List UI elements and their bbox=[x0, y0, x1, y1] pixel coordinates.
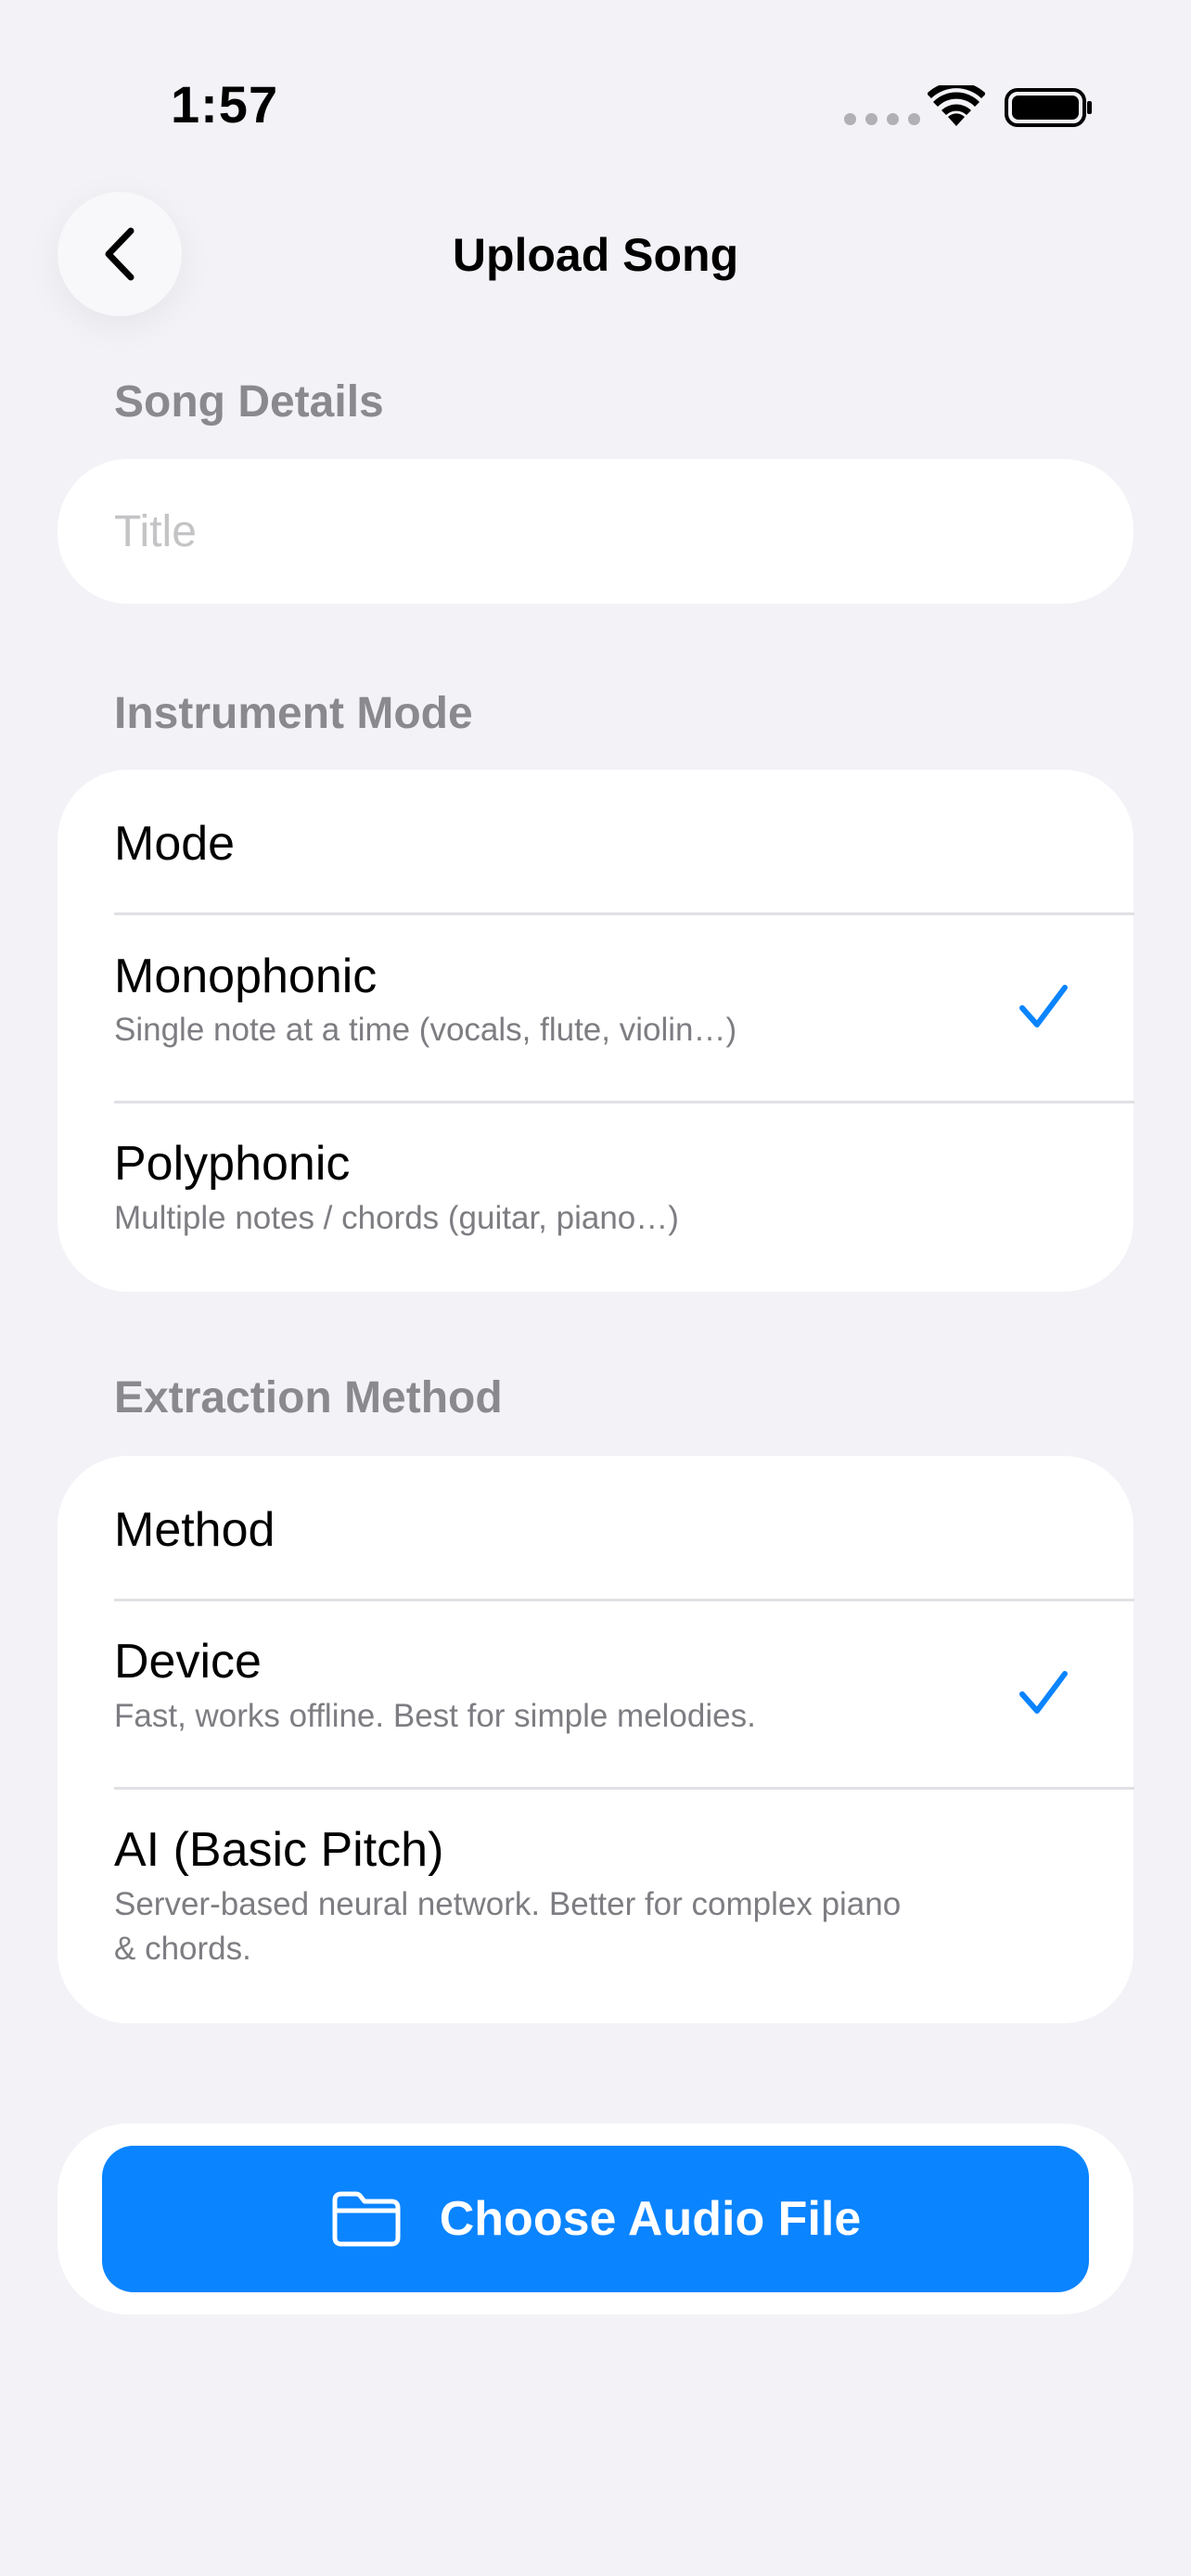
section-header-song-details: Song Details bbox=[114, 377, 384, 427]
status-time: 1:57 bbox=[171, 75, 279, 134]
option-ai-basic-pitch-label: AI (Basic Pitch) bbox=[114, 1823, 444, 1877]
extraction-method-card: Method Device Fast, works offline. Best … bbox=[58, 1456, 1134, 2023]
option-device[interactable]: Device Fast, works offline. Best for sim… bbox=[58, 1601, 1133, 1787]
folder-icon bbox=[332, 2191, 401, 2247]
method-picker-row: Method bbox=[58, 1456, 1133, 1600]
title-input[interactable] bbox=[114, 459, 1079, 604]
option-polyphonic[interactable]: Polyphonic Multiple notes / chords (guit… bbox=[58, 1103, 1133, 1289]
checkmark-icon bbox=[1019, 1671, 1068, 1714]
option-monophonic[interactable]: Monophonic Single note at a time (vocals… bbox=[58, 915, 1133, 1101]
option-polyphonic-label: Polyphonic bbox=[114, 1137, 351, 1191]
option-ai-basic-pitch[interactable]: AI (Basic Pitch) Server-based neural net… bbox=[58, 1790, 1133, 2021]
upload-card: Choose Audio File bbox=[58, 2123, 1133, 2315]
cellular-signal-icon bbox=[844, 113, 920, 125]
section-header-extraction-method: Extraction Method bbox=[114, 1373, 503, 1422]
choose-audio-file-label: Choose Audio File bbox=[439, 2192, 862, 2246]
wifi-icon bbox=[928, 85, 985, 126]
method-picker-label: Method bbox=[114, 1503, 275, 1557]
instrument-mode-card: Mode Monophonic Single note at a time (v… bbox=[58, 770, 1134, 1292]
choose-audio-file-button[interactable]: Choose Audio File bbox=[102, 2146, 1089, 2292]
page-title: Upload Song bbox=[452, 229, 739, 281]
option-monophonic-subtitle: Single note at a time (vocals, flute, vi… bbox=[114, 1012, 737, 1048]
option-monophonic-label: Monophonic bbox=[114, 950, 378, 1003]
checkmark-icon bbox=[1019, 985, 1068, 1027]
option-device-label: Device bbox=[114, 1635, 262, 1689]
option-device-subtitle: Fast, works offline. Best for simple mel… bbox=[114, 1698, 756, 1734]
battery-icon bbox=[1005, 88, 1092, 127]
mode-picker-row: Mode bbox=[58, 770, 1133, 914]
title-field-card bbox=[58, 459, 1133, 604]
mode-picker-label: Mode bbox=[114, 817, 236, 871]
option-ai-basic-pitch-subtitle: Server-based neural network. Better for … bbox=[114, 1886, 902, 1967]
section-header-instrument-mode: Instrument Mode bbox=[114, 689, 473, 738]
option-polyphonic-subtitle: Multiple notes / chords (guitar, piano…) bbox=[114, 1200, 679, 1236]
status-bar: 1:57 bbox=[0, 0, 1191, 185]
